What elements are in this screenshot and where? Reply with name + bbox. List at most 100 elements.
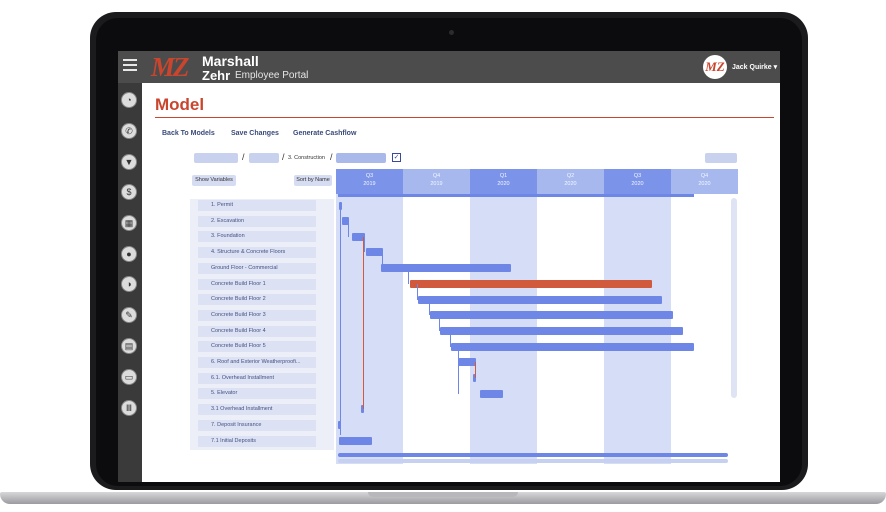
gantt-bar-6-critical[interactable] (410, 280, 652, 288)
task-row[interactable]: 3.1 Overhead Installment (198, 404, 316, 416)
quarter-header-cell: Q3 2019 (336, 169, 403, 194)
brand-name-line1: Marshall (202, 53, 259, 69)
breadcrumb-separator: / (330, 152, 333, 162)
critical-path-line (475, 362, 476, 378)
dependency-line (408, 268, 409, 284)
gantt-bar-7[interactable] (418, 296, 662, 304)
brand-suffix: Employee Portal (235, 70, 309, 81)
dependency-line (439, 315, 440, 331)
dependency-line (382, 252, 383, 267)
avatar[interactable]: MZ (703, 55, 727, 79)
breadcrumb-segment-redacted[interactable] (249, 153, 279, 163)
generate-cashflow-button[interactable]: Generate Cashflow (293, 130, 356, 137)
quarter-header-cell: Q4 2019 (403, 169, 470, 194)
task-row[interactable]: 1. Permit (198, 200, 316, 211)
top-bar: MZ Marshall Zehr Employee Portal MZ Jack… (118, 51, 780, 83)
phone-icon[interactable]: ✆ (121, 123, 137, 139)
calculator-icon[interactable]: ▤ (121, 338, 137, 354)
gantt-bar-8[interactable] (430, 311, 673, 319)
task-row[interactable]: Concrete Build Floor 4 (198, 325, 316, 337)
dependency-line (458, 347, 459, 394)
quarter-year: 2019 (363, 181, 376, 187)
task-row[interactable]: 3. Foundation (198, 231, 316, 243)
task-row[interactable]: 2. Excavation (198, 215, 316, 227)
menu-icon[interactable] (123, 59, 137, 73)
user-menu[interactable]: Jack Quirke ▾ (732, 63, 777, 71)
quarter-year: 2020 (564, 181, 577, 187)
brand-name-line2: Zehr (202, 68, 231, 83)
task-row[interactable]: 4. Structure & Concrete Floors (198, 247, 316, 259)
money-icon[interactable]: $ (121, 184, 137, 200)
quarter-label: Q3 (633, 173, 642, 179)
quarter-label: Q4 (700, 173, 709, 179)
task-row[interactable]: Concrete Build Floor 2 (198, 294, 316, 306)
task-row[interactable]: Concrete Build Floor 5 (198, 341, 316, 353)
quarter-year: 2020 (698, 181, 711, 187)
task-row[interactable]: 5. Elevator (198, 388, 316, 400)
save-changes-button[interactable]: Save Changes (231, 130, 279, 137)
breadcrumb-current[interactable]: 3. Construction (288, 155, 325, 161)
breadcrumb-segment-redacted[interactable] (194, 153, 238, 163)
quarter-year: 2020 (497, 181, 510, 187)
title-divider (155, 117, 774, 118)
gantt-bar-4[interactable] (366, 248, 383, 256)
breadcrumb-separator: / (242, 152, 245, 162)
dashboard-icon[interactable]: ◔ (121, 92, 137, 108)
quarter-header-cell: Q2 2020 (537, 169, 604, 194)
calendar-icon[interactable]: ▦ (121, 215, 137, 231)
gantt-bar-16[interactable] (339, 437, 372, 445)
gantt-bar-1[interactable] (339, 202, 342, 210)
gantt-summary-bar (338, 194, 694, 197)
task-row[interactable]: 7. Deposit Insurance (198, 419, 316, 431)
horizontal-scrollbar[interactable] (338, 459, 728, 463)
quarter-header-cell: Q3 2020 (604, 169, 671, 194)
quarter-header-cell: Q4 2020 (671, 169, 738, 194)
task-row[interactable]: 6.1. Overhead Installment (198, 372, 316, 384)
quarter-label: Q3 (365, 173, 374, 179)
dependency-line (417, 284, 418, 300)
quarter-year: 2019 (430, 181, 443, 187)
critical-path-line (363, 237, 364, 409)
quarter-band (336, 194, 403, 464)
dependency-line (429, 300, 430, 315)
gantt-bar-9[interactable] (440, 327, 683, 335)
columns-icon[interactable]: Ⅲ (121, 400, 137, 416)
show-variables-button[interactable]: Show Variables (192, 175, 236, 186)
dependency-line (340, 210, 341, 435)
gantt-bar-5[interactable] (381, 264, 511, 272)
task-row[interactable]: Concrete Build Floor 1 (198, 278, 316, 290)
task-row[interactable]: 6. Roof and Exterior Weatherproofi... (198, 357, 316, 368)
gantt-bar-10[interactable] (451, 343, 694, 351)
camera-icon (449, 30, 454, 35)
quarter-header-cell: Q1 2020 (470, 169, 537, 194)
dependency-line (450, 331, 451, 347)
quarter-year: 2020 (631, 181, 644, 187)
task-row[interactable]: Concrete Build Floor 3 (198, 309, 316, 321)
vertical-scrollbar[interactable] (731, 198, 737, 398)
folder-icon[interactable]: ▭ (121, 369, 137, 385)
laptop-notch (368, 492, 518, 497)
chart-toggle-icon[interactable]: ✓ (392, 153, 401, 162)
brand-logo[interactable]: MZ (151, 53, 189, 81)
sort-by-name-button[interactable]: Sort by Name (294, 175, 332, 186)
breadcrumb-input[interactable] (336, 153, 386, 163)
chart-icon[interactable]: ◑ (121, 276, 137, 292)
dependency-line (364, 237, 365, 252)
task-row[interactable]: Ground Floor - Commercial (198, 262, 316, 274)
task-row[interactable]: 7.1 Initial Deposits (198, 435, 316, 447)
breadcrumb-separator: / (282, 152, 285, 162)
lightbulb-icon[interactable]: ● (121, 246, 137, 262)
top-right-redacted-control[interactable] (705, 153, 737, 163)
timeline-summary-bar (338, 453, 728, 457)
gantt-bar-11[interactable] (458, 358, 476, 366)
quarter-label: Q1 (499, 173, 508, 179)
dependency-line (348, 221, 349, 237)
edit-icon[interactable]: ✎ (121, 307, 137, 323)
app-screen: MZ Marshall Zehr Employee Portal MZ Jack… (118, 51, 780, 482)
quarter-label: Q2 (566, 173, 575, 179)
back-to-models-button[interactable]: Back To Models (162, 130, 215, 137)
page-title: Model (155, 95, 205, 114)
filter-icon[interactable]: ▼ (121, 154, 137, 170)
sidebar: ◔ ✆ ▼ $ ▦ ● ◑ ✎ ▤ ▭ Ⅲ (118, 83, 142, 482)
gantt-bar-13[interactable] (480, 390, 503, 398)
